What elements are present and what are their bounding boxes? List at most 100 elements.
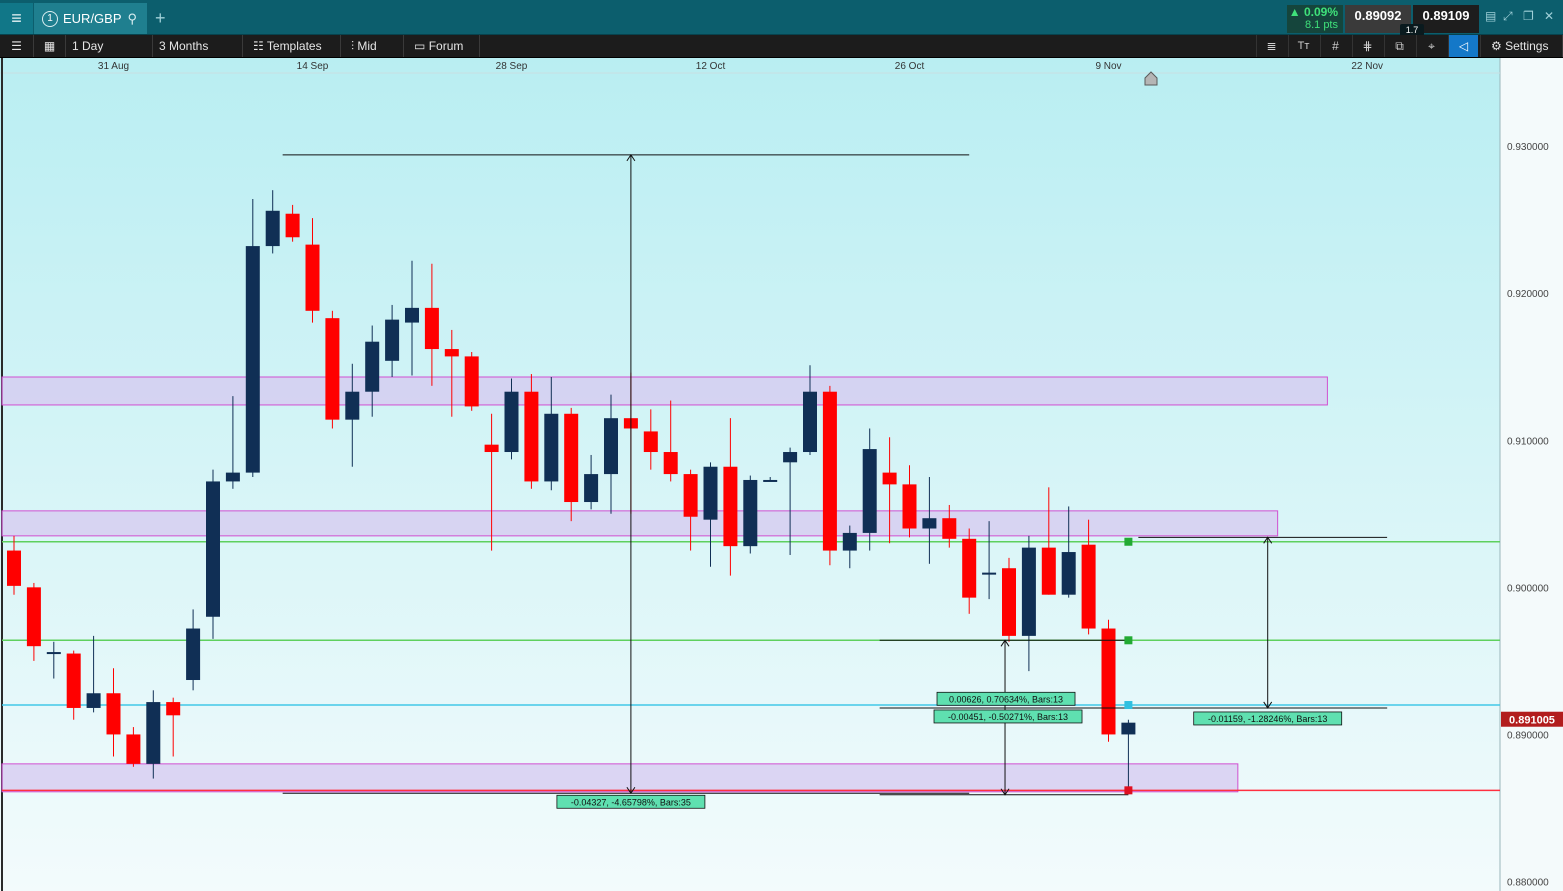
notes-icon[interactable]: ≣	[1256, 35, 1286, 57]
copy-icon[interactable]: ⧉	[1384, 35, 1414, 57]
candle-body	[325, 318, 340, 420]
forum-button[interactable]: ▭ Forum	[404, 35, 480, 57]
price-type-button[interactable]: ⫶ Mid	[341, 35, 404, 57]
y-tick-label: 0.910000	[1507, 436, 1549, 447]
anchor-handle	[1124, 537, 1133, 546]
candle-body	[1021, 547, 1036, 636]
templates-icon: ☷	[253, 39, 264, 53]
close-icon[interactable]: ✕	[1544, 9, 1554, 23]
candle-body	[703, 466, 718, 520]
candle-body	[882, 472, 897, 485]
anchor-handle	[1124, 636, 1133, 645]
candle-body	[743, 479, 758, 547]
settings-label: Settings	[1505, 39, 1549, 53]
x-tick-label: 28 Sep	[496, 61, 528, 72]
candle-body	[385, 319, 400, 361]
candle-body	[225, 472, 240, 482]
x-tick-label: 26 Oct	[895, 61, 925, 72]
candle-body	[444, 349, 459, 357]
candle-body	[1002, 568, 1016, 636]
tab-number: 1	[42, 10, 58, 27]
candle-body	[146, 702, 161, 764]
y-tick-label: 0.920000	[1507, 289, 1549, 300]
tag-icon[interactable]: ◁	[1448, 35, 1478, 57]
candle-body	[1081, 544, 1096, 629]
gear-icon: ⚙	[1491, 39, 1502, 53]
anchor-handle	[1124, 701, 1133, 710]
candle-body	[7, 550, 21, 586]
candle-body	[783, 452, 798, 463]
candle-body	[365, 341, 380, 392]
candle-body	[424, 307, 439, 350]
list-icon[interactable]: ☰	[0, 35, 34, 57]
candle-body	[862, 449, 877, 533]
candle-body	[484, 444, 499, 453]
expand-icon[interactable]: ⤢	[1503, 9, 1513, 24]
popout-icon[interactable]: ❐	[1523, 9, 1534, 23]
x-tick-label: 12 Oct	[696, 61, 726, 72]
supply-demand-zone	[1, 376, 1328, 406]
candle-body	[1061, 552, 1076, 595]
candle-body	[643, 431, 658, 453]
x-tick-label: 9 Nov	[1095, 61, 1121, 72]
price-axis	[1500, 58, 1563, 891]
candle-body	[345, 391, 360, 420]
x-tick-label: 14 Sep	[297, 61, 329, 72]
price-chart[interactable]: 31 Aug 14 Sep 28 Sep 12 Oct 26 Oct 9 Nov 22 No…	[0, 58, 1563, 891]
crosshair-icon[interactable]: ⌖	[1416, 35, 1446, 57]
candle-body	[942, 518, 957, 539]
change-indicator: ▲ 0.09% 8.1 pts	[1287, 5, 1343, 33]
y-tick-label: 0.930000	[1507, 142, 1549, 153]
candles-icon: ⫶	[351, 39, 355, 53]
candle-body	[902, 484, 917, 529]
top-bar: ≡ 1 EUR/GBP ⚲ + ▲ 0.09% 8.1 pts 0.89092 …	[0, 0, 1563, 36]
forum-label: Forum	[428, 39, 464, 53]
candle-body	[723, 466, 738, 547]
candle-body	[206, 481, 220, 617]
settings-button[interactable]: ⚙ Settings	[1480, 35, 1563, 57]
change-percent: ▲ 0.09%	[1288, 5, 1338, 19]
layout-icon[interactable]: ▦	[34, 35, 66, 57]
candle-body	[245, 246, 260, 473]
drawing-tool-icon[interactable]: ⋕	[1352, 35, 1382, 57]
plus-icon[interactable]: +	[155, 8, 166, 29]
candle-body	[305, 244, 320, 311]
search-icon[interactable]: ⚲	[128, 11, 138, 27]
candle-body	[604, 418, 618, 475]
candle-body	[524, 391, 539, 482]
candle-body	[46, 652, 61, 655]
candle-body	[285, 213, 300, 238]
candle-body	[126, 734, 141, 764]
x-tick-label: 31 Aug	[98, 61, 129, 72]
measure-label: -0.01159, -1.28246%, Bars:13	[1208, 714, 1327, 724]
link-icon[interactable]: ▤	[1485, 9, 1496, 23]
candle-body	[26, 587, 41, 647]
supply-demand-zone	[1, 763, 1239, 793]
candle-body	[186, 628, 201, 681]
candle-body	[1121, 722, 1136, 735]
supply-demand-zone	[1, 510, 1279, 537]
hamburger-icon[interactable]: ≡	[0, 3, 33, 34]
grid-icon[interactable]: #	[1320, 35, 1350, 57]
candle-body	[962, 538, 977, 598]
candle-body	[1041, 547, 1056, 595]
candle-body	[265, 210, 280, 247]
tab-eurgbp[interactable]: 1 EUR/GBP ⚲	[34, 3, 147, 34]
candle-body	[464, 356, 479, 407]
candle-body	[683, 474, 698, 517]
measure-label: 0.00626, 0.70634%, Bars:13	[949, 694, 1063, 704]
candle-body	[564, 413, 579, 503]
chart-toolbar: ☰ ▦ 1 Day 3 Months ☷ Templates ⫶ Mid ▭ F…	[0, 35, 1563, 58]
range-selector[interactable]: 3 Months	[153, 35, 243, 57]
candle-body	[763, 479, 778, 482]
trading-app: ≡ 1 EUR/GBP ⚲ + ▲ 0.09% 8.1 pts 0.89092 …	[0, 0, 1563, 891]
candle-body	[982, 572, 997, 575]
timeframe-selector[interactable]: 1 Day	[66, 35, 153, 57]
text-tool-icon[interactable]: Tт	[1288, 35, 1318, 57]
chart-area[interactable]: 31 Aug 14 Sep 28 Sep 12 Oct 26 Oct 9 Nov 22 No…	[0, 58, 1563, 891]
templates-button[interactable]: ☷ Templates	[243, 35, 341, 57]
measure-label: -0.00451, -0.50271%, Bars:13	[948, 712, 1068, 722]
candle-body	[405, 307, 419, 323]
current-price-label: 0.891005	[1509, 715, 1555, 727]
candle-body	[842, 532, 857, 551]
